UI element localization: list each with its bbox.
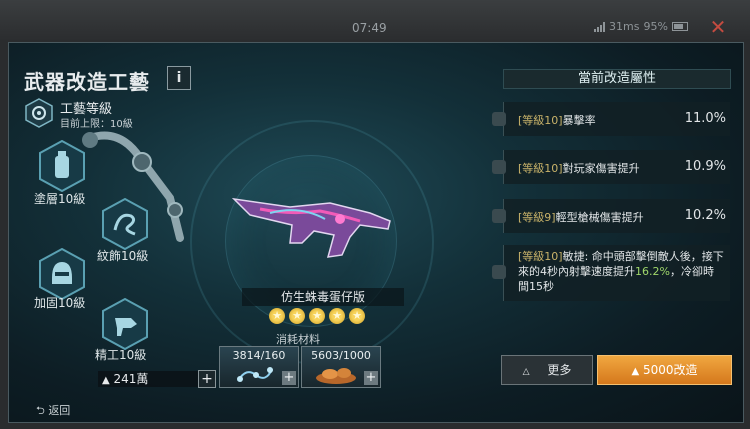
clock: 07:49 (352, 21, 387, 35)
mod-label-precision: 精工10級 (95, 348, 147, 362)
attribute-desc: [等級10]敏捷: 命中頭部擊倒敵人後，接下來的4秒內射擊速度提升16.2%，冷… (518, 249, 724, 294)
more-label: 更多 (547, 363, 572, 377)
attribute-desc: [等級10]暴擊率 (518, 112, 596, 128)
triangle-icon: △ (522, 367, 530, 377)
signal-icon (594, 21, 605, 32)
lock-icon (492, 265, 506, 279)
status-bar: 07:49 31ms 95% ✕ (0, 0, 750, 40)
mod-label-reinforce: 加固10級 (34, 296, 86, 310)
attribute-level: [等級10] (518, 162, 563, 175)
gear-icon (25, 98, 53, 128)
rifle-image (231, 197, 391, 258)
attribute-level: [等級10] (518, 250, 563, 263)
mod-label-pattern: 紋飾10級 (97, 249, 149, 263)
attributes-title: 當前改造屬性 (503, 69, 731, 89)
info-button[interactable]: i (167, 66, 191, 90)
swirl-pattern-icon[interactable] (101, 198, 149, 250)
battery-text: 95% (643, 20, 668, 33)
back-button[interactable]: ⮌ 返回 (36, 402, 70, 421)
material-slot-parts[interactable]: 5603/1000 + (301, 346, 381, 388)
add-material-button[interactable]: + (282, 371, 296, 385)
star-icon: ★ (349, 308, 365, 324)
helmet-icon[interactable] (38, 248, 86, 300)
attribute-row: [等級10]敏捷: 命中頭部擊倒敵人後，接下來的4秒內射擊速度提升16.2%，冷… (492, 245, 730, 301)
attribute-text: 輕型槍械傷害提升 (555, 211, 644, 224)
lock-icon (492, 209, 506, 223)
attribute-text: 對玩家傷害提升 (562, 162, 640, 175)
lock-icon (492, 160, 506, 174)
weapon-name: 仿生蛛毒蛋仔版 (242, 288, 404, 306)
battery-icon (671, 22, 688, 31)
gold-pile-icon: ▲ (102, 375, 110, 386)
back-arrow-icon: ⮌ (36, 404, 45, 417)
attribute-value: 10.9% (684, 159, 726, 174)
star-icon: ★ (269, 308, 285, 324)
back-label: 返回 (48, 404, 71, 417)
star-icon: ★ (329, 308, 345, 324)
page-title: 武器改造工藝 (24, 70, 150, 94)
system-status: 31ms 95% (594, 20, 688, 33)
attribute-text: 暴擊率 (562, 114, 596, 127)
currency-amount: 241萬 (113, 372, 149, 386)
mod-label-coating: 塗層10級 (34, 192, 86, 206)
spray-can-icon[interactable] (38, 140, 86, 192)
upgrade-label: 5000改造 (642, 363, 698, 377)
upgrade-button[interactable]: ▲ 5000改造 (597, 355, 732, 385)
add-material-button[interactable]: + (364, 371, 378, 385)
add-currency-button[interactable]: + (198, 370, 216, 388)
attribute-value: 10.2% (684, 208, 726, 223)
attribute-value: 11.0% (684, 111, 726, 126)
close-icon[interactable]: ✕ (707, 16, 729, 38)
star-icon: ★ (309, 308, 325, 324)
more-button[interactable]: △ 更多 (501, 355, 593, 385)
attribute-highlight: 16.2% (635, 265, 670, 278)
parts-pile-icon (316, 368, 356, 384)
attribute-row: [等級10]對玩家傷害提升 10.9% (492, 150, 730, 184)
ping-text: 31ms (609, 20, 640, 33)
lock-icon (492, 112, 506, 126)
attribute-level: [等級9] (518, 211, 556, 224)
star-rating: ★ ★ ★ ★ ★ (269, 308, 365, 324)
blueprint-icon (237, 367, 273, 382)
materials-label: 消耗材料 (276, 333, 320, 346)
star-icon: ★ (289, 308, 305, 324)
attribute-row: [等級10]暴擊率 11.0% (492, 102, 730, 136)
attribute-desc: [等級9]輕型槍械傷害提升 (518, 209, 644, 225)
gold-pile-icon: ▲ (631, 366, 640, 377)
material-count: 3814/160 (232, 349, 286, 362)
attribute-row: [等級9]輕型槍械傷害提升 10.2% (492, 199, 730, 233)
material-slot-blueprint[interactable]: 3814/160 + (219, 346, 299, 388)
attribute-desc: [等級10]對玩家傷害提升 (518, 160, 640, 176)
material-count: 5603/1000 (311, 349, 371, 362)
currency-display: ▲ 241萬 (98, 371, 200, 387)
drill-icon[interactable] (101, 298, 149, 350)
attribute-level: [等級10] (518, 114, 563, 127)
